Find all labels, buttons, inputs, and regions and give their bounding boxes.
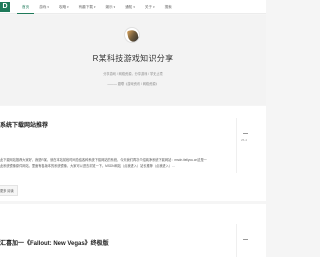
nav-item-label: 关于 — [144, 5, 153, 9]
top-navbar: D 首页 游戏▾ 攻略▾ 有趣下载▾ 娱乐▾ 通知▾ 关于▾ 搜索 — [0, 0, 266, 14]
nav-item-label: 游戏 — [39, 5, 47, 9]
main-nav: 首页 游戏▾ 攻略▾ 有趣下载▾ 娱乐▾ 通知▾ 关于▾ 搜索 — [17, 0, 177, 14]
nav-item-label: 搜索 — [164, 5, 172, 9]
nav-item-label: 攻略 — [58, 5, 67, 9]
read-more-button[interactable]: 更多 阅读 — [0, 185, 18, 196]
chevron-down-icon: ▾ — [47, 5, 49, 9]
nav-item-entertainment[interactable]: 娱乐▾ — [100, 0, 120, 14]
avatar-image — [126, 29, 139, 42]
nav-item-label: 通知 — [125, 5, 133, 9]
avatar[interactable] — [124, 27, 140, 43]
chevron-down-icon: ▾ — [93, 5, 96, 9]
article-card: 系统下载网站推荐 25-4 此下载网站推荐大家好，我是R某，就在本站前段时间总结… — [0, 106, 266, 201]
meta-divider — [243, 133, 248, 134]
excerpt-line: 此系统镜像原件网站，里面有各版本的系统镜像，大家可以进去浏览一下。MSDN网站（… — [0, 164, 175, 168]
article-meta-panel — [236, 224, 266, 257]
site-logo[interactable]: D — [0, 2, 10, 12]
nav-item-games[interactable]: 游戏▾ — [34, 0, 54, 14]
site-subtitle: ——— 题联《游戏资讯 / 网络资源》 — [107, 82, 159, 86]
article-title[interactable]: 汇喜加一《Fallout: New Vegas》终极版 — [0, 238, 109, 247]
chevron-down-icon: ▾ — [153, 5, 155, 9]
chevron-down-icon: ▾ — [67, 5, 69, 9]
nav-item-label: 有趣下载 — [78, 5, 93, 9]
nav-item-home[interactable]: 首页 — [17, 0, 35, 14]
nav-item-search[interactable]: 搜索 — [160, 0, 177, 14]
article-meta-panel: 25-4 — [236, 118, 266, 173]
article-card: 汇喜加一《Fallout: New Vegas》终极版 — [0, 204, 266, 257]
nav-item-label: 首页 — [22, 5, 30, 9]
nav-item-downloads[interactable]: 有趣下载▾ — [74, 0, 101, 14]
article-title[interactable]: 系统下载网站推荐 — [0, 120, 48, 129]
chevron-down-icon: ▾ — [133, 5, 135, 9]
meta-divider — [243, 239, 248, 240]
nav-item-label: 娱乐 — [105, 5, 113, 9]
site-description: 分享游戏 / 网络资源，分享游戏 / 学无止境 — [103, 72, 163, 76]
site-title: R某科技游戏知识分享 — [92, 54, 174, 63]
article-excerpt: 此下载网站推荐大家好，我是R某，就在本站前段时间总结各种系统下载网站的系统，今天… — [0, 157, 236, 169]
hero-banner: R某科技游戏知识分享 分享游戏 / 网络资源，分享游戏 / 学无止境 ——— 题… — [0, 15, 266, 105]
article-date: 25-4 — [241, 138, 248, 142]
nav-item-about[interactable]: 关于▾ — [140, 0, 160, 14]
nav-item-guides[interactable]: 攻略▾ — [54, 0, 74, 14]
chevron-down-icon: ▾ — [113, 5, 116, 9]
nav-item-notice[interactable]: 通知▾ — [120, 0, 140, 14]
